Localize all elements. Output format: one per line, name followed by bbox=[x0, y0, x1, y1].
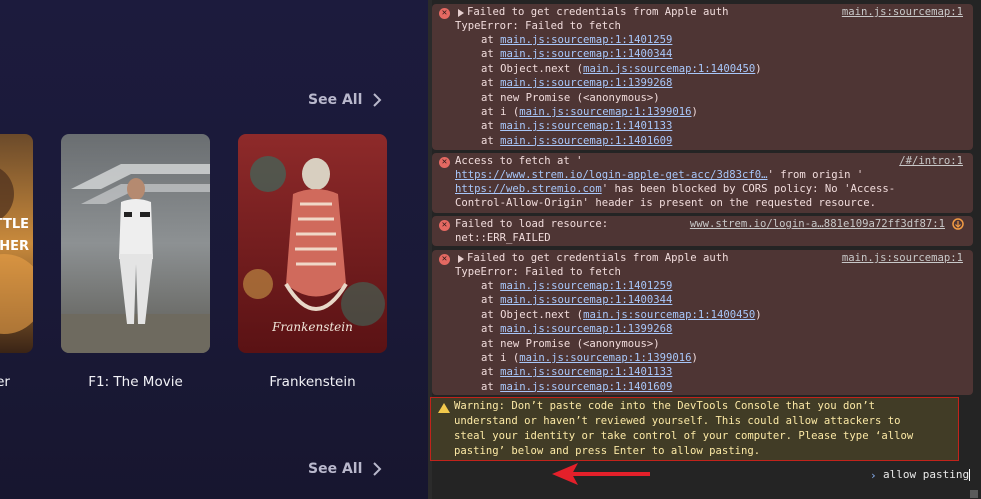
stack-frame-link[interactable]: main.js:sourcemap:1:1399016 bbox=[519, 352, 691, 364]
stack-frame: at i (main.js:sourcemap:1:1399016) bbox=[481, 106, 698, 118]
chevron-right-icon bbox=[373, 93, 382, 107]
stack-frame: at main.js:sourcemap:1:1401609 bbox=[481, 134, 673, 147]
warning-line: steal your identity or take control of y… bbox=[454, 430, 914, 442]
stack-frame-link[interactable]: main.js:sourcemap:1:1401609 bbox=[500, 381, 672, 393]
error-text-line: https://www.strem.io/login-apple-get-acc… bbox=[455, 169, 864, 181]
see-all-label: See All bbox=[308, 92, 363, 108]
stack-frame: at Object.next (main.js:sourcemap:1:1400… bbox=[481, 308, 762, 321]
error-text-line: net::ERR_FAILED bbox=[455, 232, 551, 244]
stack-frame-link[interactable]: main.js:sourcemap:1:1400450 bbox=[583, 309, 755, 321]
url-link[interactable]: https://www.strem.io/login-apple-get-acc… bbox=[455, 169, 768, 181]
stack-frame: at main.js:sourcemap:1:1401133 bbox=[481, 366, 673, 379]
stack-frame-link[interactable]: main.js:sourcemap:1:1401259 bbox=[500, 34, 672, 46]
expand-triangle-icon[interactable] bbox=[458, 9, 464, 17]
error-type: TypeError: Failed to fetch bbox=[455, 266, 621, 278]
stack-frame: at main.js:sourcemap:1:1401609 bbox=[481, 380, 673, 393]
stack-frame-link[interactable]: main.js:sourcemap:1:1399268 bbox=[500, 323, 672, 335]
network-request-icon[interactable] bbox=[952, 218, 964, 230]
poster-card-f1[interactable] bbox=[61, 134, 210, 353]
paste-warning-message: Warning: Don’t paste code into the DevTo… bbox=[430, 397, 959, 461]
see-all-label: See All bbox=[308, 461, 363, 477]
poster-title-1: er bbox=[0, 374, 10, 390]
stack-frame: at main.js:sourcemap:1:1401259 bbox=[481, 280, 673, 292]
stack-frame-link[interactable]: main.js:sourcemap:1:1401133 bbox=[500, 366, 672, 378]
stack-frame: at main.js:sourcemap:1:1401259 bbox=[481, 34, 673, 46]
source-link[interactable]: main.js:sourcemap:1 bbox=[842, 251, 963, 265]
error-icon: ✕ bbox=[439, 157, 450, 168]
source-link[interactable]: main.js:sourcemap:1 bbox=[842, 5, 963, 19]
stack-frame: at main.js:sourcemap:1:1399268 bbox=[481, 77, 673, 90]
error-icon: ✕ bbox=[439, 220, 450, 231]
stack-frame: at main.js:sourcemap:1:1400344 bbox=[481, 294, 673, 307]
stack-frame-link[interactable]: main.js:sourcemap:1:1401133 bbox=[500, 120, 672, 132]
poster-art-text: TTLE HER bbox=[0, 217, 29, 254]
stack-frame: at main.js:sourcemap:1:1400344 bbox=[481, 48, 673, 61]
console-input[interactable]: allow pasting bbox=[883, 468, 971, 481]
warning-line: pasting’ below and press Enter to allow … bbox=[454, 445, 761, 457]
poster-image bbox=[61, 134, 210, 353]
red-arrow-annotation bbox=[552, 463, 650, 485]
error-text-line: Control-Allow-Origin' header is present … bbox=[455, 197, 876, 209]
poster-title-f1: F1: The Movie bbox=[88, 374, 183, 390]
error-type: TypeError: Failed to fetch bbox=[455, 20, 621, 32]
stack-frame-link[interactable]: main.js:sourcemap:1:1401609 bbox=[500, 135, 672, 147]
stack-frame-link[interactable]: main.js:sourcemap:1:1400450 bbox=[583, 63, 755, 75]
console-error-message[interactable]: ✕ Failed to get credentials from Apple a… bbox=[432, 250, 973, 395]
source-link[interactable]: www.strem.io/login-a…881e109a72ff3df87:1 bbox=[690, 217, 945, 231]
warning-line: understand or haven’t reviewed yourself.… bbox=[454, 415, 901, 427]
chevron-right-icon bbox=[373, 462, 382, 476]
stack-frame: at Object.next (main.js:sourcemap:1:1400… bbox=[481, 62, 762, 75]
see-all-link-top[interactable]: See All bbox=[308, 92, 384, 108]
stack-frame-link[interactable]: main.js:sourcemap:1:1400344 bbox=[500, 48, 672, 60]
warning-icon bbox=[438, 403, 450, 413]
console-prompt-icon: › bbox=[870, 469, 877, 482]
stack-frame-link[interactable]: main.js:sourcemap:1:1399016 bbox=[519, 106, 691, 118]
scrollbar-corner[interactable] bbox=[970, 490, 978, 498]
warning-line: Warning: Don’t paste code into the DevTo… bbox=[454, 400, 875, 412]
error-text: Access to fetch at ' bbox=[455, 155, 583, 167]
poster-card-1[interactable]: TTLE HER bbox=[0, 134, 33, 353]
error-text: Failed to get credentials from Apple aut… bbox=[467, 6, 729, 18]
console-error-message[interactable]: ✕ Failed to get credentials from Apple a… bbox=[432, 4, 973, 150]
stack-frame-link[interactable]: main.js:sourcemap:1:1399268 bbox=[500, 77, 672, 89]
error-text: Failed to get credentials from Apple aut… bbox=[467, 252, 729, 264]
stack-frame: at i (main.js:sourcemap:1:1399016) bbox=[481, 352, 698, 364]
streaming-app-panel: See All TTLE HER bbox=[0, 0, 428, 499]
error-text-line: https://web.stremio.com' has been blocke… bbox=[455, 183, 896, 195]
error-icon: ✕ bbox=[439, 254, 450, 265]
poster-title-frankenstein: Frankenstein bbox=[269, 374, 356, 390]
see-all-link-bottom[interactable]: See All bbox=[308, 461, 384, 477]
stack-frame-link[interactable]: main.js:sourcemap:1:1401259 bbox=[500, 280, 672, 292]
source-link[interactable]: /#/intro:1 bbox=[899, 154, 963, 168]
url-link[interactable]: https://web.stremio.com bbox=[455, 183, 602, 195]
error-icon: ✕ bbox=[439, 8, 450, 19]
stack-frame-link[interactable]: main.js:sourcemap:1:1400344 bbox=[500, 294, 672, 306]
expand-triangle-icon[interactable] bbox=[458, 255, 464, 263]
text-caret bbox=[969, 469, 971, 481]
error-text: Failed to load resource: bbox=[455, 218, 609, 230]
poster-card-frankenstein[interactable]: Frankenstein bbox=[238, 134, 387, 353]
poster-art-title: Frankenstein bbox=[272, 320, 353, 334]
console-error-message[interactable]: ✕ Access to fetch at ' /#/intro:1 https:… bbox=[432, 153, 973, 213]
stack-frame: at new Promise (<anonymous>) bbox=[481, 91, 660, 104]
stack-frame: at new Promise (<anonymous>) bbox=[481, 337, 660, 350]
stack-frame: at main.js:sourcemap:1:1401133 bbox=[481, 120, 673, 133]
console-error-message[interactable]: ✕ Failed to load resource: www.strem.io/… bbox=[432, 216, 973, 246]
stack-frame: at main.js:sourcemap:1:1399268 bbox=[481, 323, 673, 336]
